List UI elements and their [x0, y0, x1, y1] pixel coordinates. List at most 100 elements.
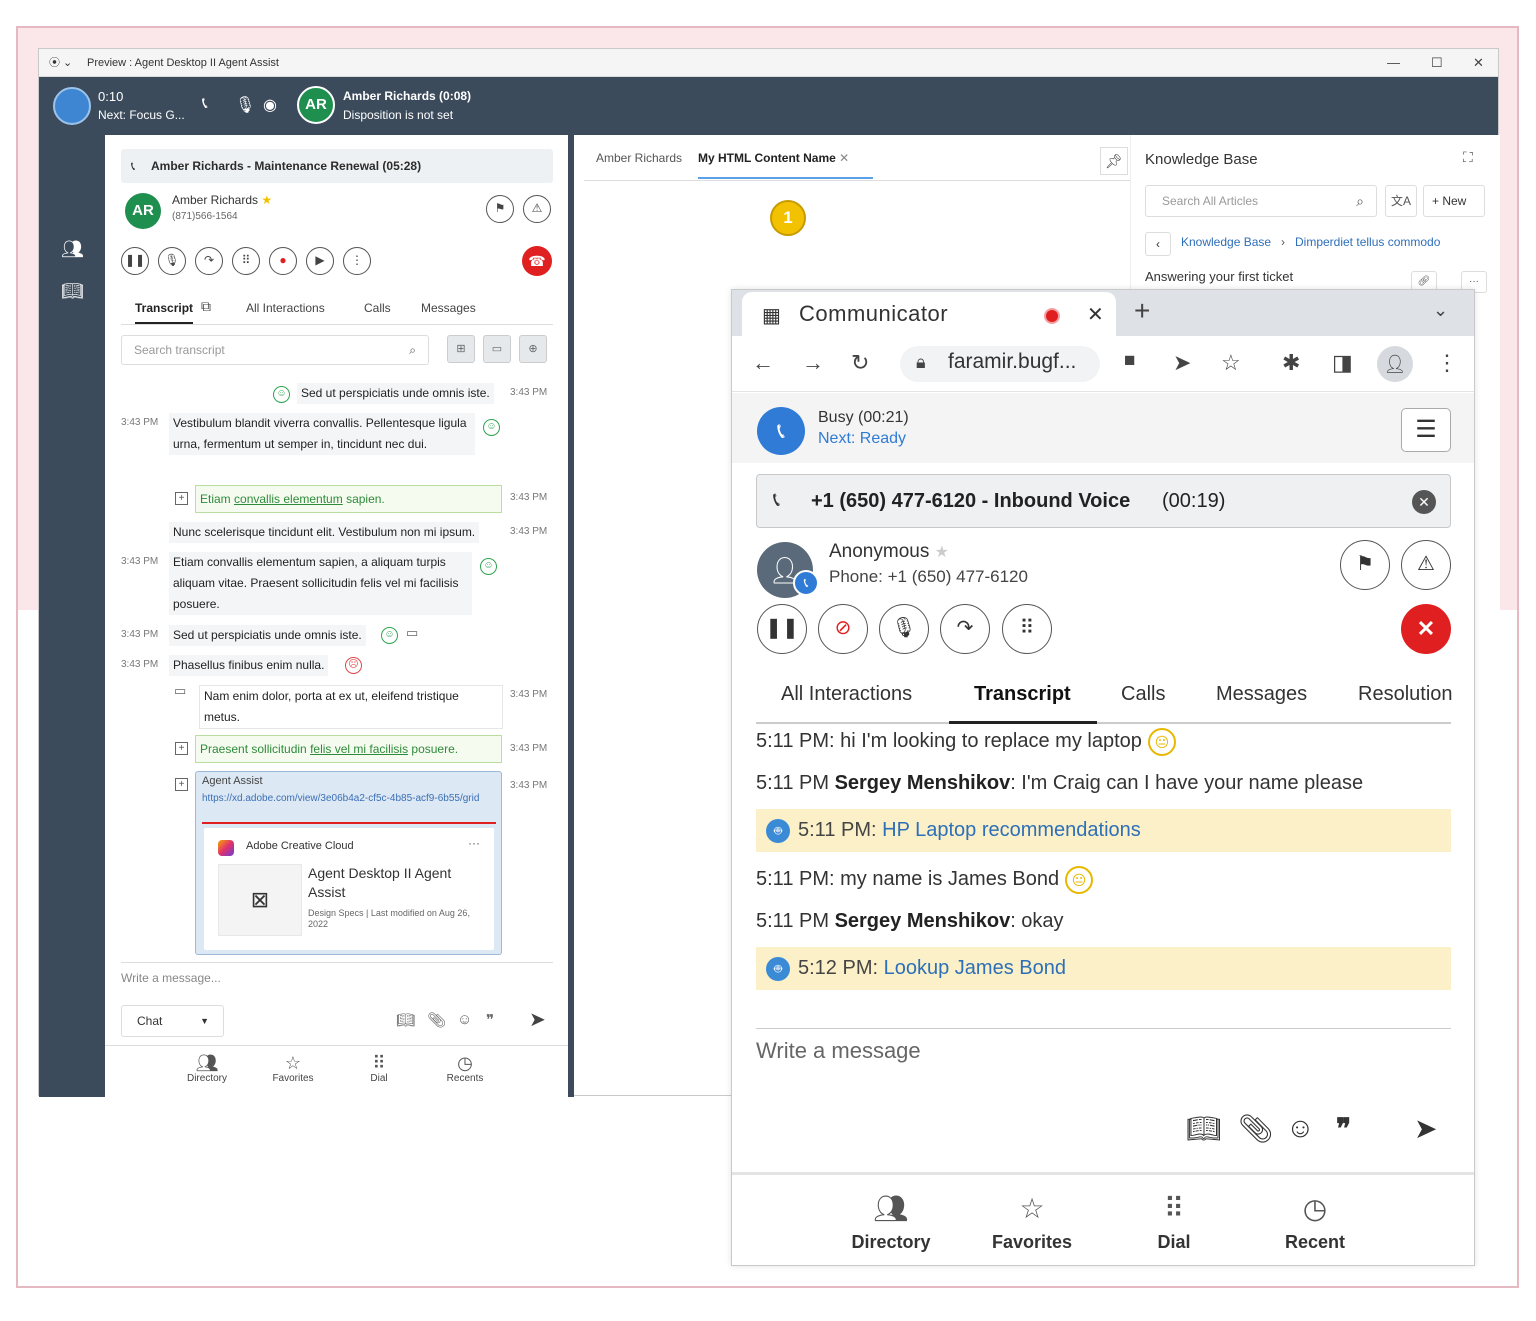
disposition-status[interactable]: Disposition is not set	[343, 108, 453, 122]
chevron-down-icon[interactable]: ⌄	[1433, 300, 1448, 321]
message-input[interactable]: Write a message	[756, 1038, 921, 1064]
comment-icon[interactable]: ▭	[406, 625, 418, 641]
notification-badge[interactable]: 1	[770, 200, 806, 236]
close-tab-icon[interactable]: ✕	[1087, 302, 1104, 327]
footer-recent[interactable]: ◷ Recent	[1255, 1192, 1375, 1253]
flag-button[interactable]: ⚑	[486, 195, 514, 223]
message-input[interactable]: Write a message...	[121, 971, 221, 985]
search-icon[interactable]: ⌕	[409, 336, 416, 364]
alert-button[interactable]: ⚠	[523, 195, 551, 223]
filter-icon[interactable]: ⊞	[447, 335, 475, 363]
footer-dial[interactable]: ⠿ Dial	[339, 1053, 419, 1084]
add-icon[interactable]: +	[175, 778, 188, 791]
tab-calls[interactable]: Calls	[1121, 683, 1165, 706]
comment-icon[interactable]: ▭	[483, 335, 511, 363]
tab-all-interactions[interactable]: All Interactions	[246, 301, 325, 315]
sidepanel-icon[interactable]: ◨	[1332, 350, 1353, 376]
phone-icon[interactable]: 📞︎	[202, 95, 208, 113]
keypad-button[interactable]: ⠿	[232, 247, 260, 275]
send-icon[interactable]: ➤	[529, 1007, 546, 1032]
suggestion-link[interactable]: HP Laptop recommendations	[882, 819, 1141, 841]
contact-avatar[interactable]: AR	[297, 86, 335, 124]
stop-recording-button[interactable]: ⊘	[818, 604, 868, 654]
add-note-icon[interactable]: ⊕	[519, 335, 547, 363]
hamburger-menu-icon[interactable]: ☰	[1401, 408, 1451, 452]
footer-favorites[interactable]: ☆ Favorites	[972, 1192, 1092, 1253]
tab-transcript[interactable]: Transcript	[974, 683, 1071, 706]
end-call-button[interactable]: ☎	[522, 246, 552, 276]
expand-icon[interactable]: ⛶	[1463, 149, 1473, 166]
quote-icon[interactable]: ❞	[486, 1011, 494, 1029]
keypad-button[interactable]: ⠿	[1002, 604, 1052, 654]
quote-icon[interactable]: ❞	[1336, 1112, 1351, 1145]
add-icon[interactable]: +	[175, 742, 188, 755]
attach-icon[interactable]: 📎︎	[427, 1011, 446, 1029]
book-icon[interactable]: 📖︎	[396, 1011, 415, 1029]
footer-favorites[interactable]: ☆ Favorites	[253, 1053, 333, 1084]
record-button[interactable]: ●	[269, 247, 297, 275]
hold-button[interactable]: ❚❚	[121, 247, 149, 275]
back-icon[interactable]: ‹	[1145, 232, 1171, 256]
camera-icon[interactable]: ■	[1124, 350, 1135, 372]
footer-dial[interactable]: ⠿ Dial	[1114, 1192, 1234, 1253]
agent-avatar[interactable]	[53, 87, 91, 125]
send-icon[interactable]: ➤	[1414, 1112, 1437, 1145]
more-button[interactable]: ⋮	[343, 247, 371, 275]
star-icon[interactable]: ★	[935, 544, 949, 561]
crumb-item[interactable]: Dimperdiet tellus commodo	[1295, 235, 1440, 249]
footer-recents[interactable]: ◷ Recents	[425, 1053, 505, 1084]
people-icon[interactable]: 👥︎	[61, 239, 84, 260]
close-icon[interactable]: ✕	[839, 151, 849, 165]
more-icon[interactable]: ···	[468, 836, 480, 850]
footer-directory[interactable]: 👥︎ Directory	[831, 1192, 951, 1253]
share-icon[interactable]: ➤	[1173, 350, 1191, 376]
menu-dots-icon[interactable]: ⋮	[1436, 350, 1458, 376]
end-call-button[interactable]: ✕	[1401, 604, 1451, 654]
next-state[interactable]: Next: Ready	[818, 430, 906, 448]
reload-icon[interactable]: ↻	[851, 350, 869, 376]
play-button[interactable]: ▶	[306, 247, 334, 275]
channel-select[interactable]: Chat ▼	[121, 1005, 224, 1037]
popout-icon[interactable]: ⧉	[201, 298, 211, 315]
suggestion-link[interactable]: Lookup James Bond	[884, 957, 1066, 979]
emoji-icon[interactable]: ☺	[457, 1011, 472, 1028]
bookmark-star-icon[interactable]: ☆	[1221, 350, 1241, 376]
hold-button[interactable]: ❚❚	[757, 604, 807, 654]
search-icon[interactable]: ⌕	[1356, 186, 1364, 216]
message-link[interactable]: felis vel mi facilisis	[310, 742, 408, 756]
star-icon[interactable]: ★	[261, 193, 272, 207]
emoji-icon[interactable]: ☺	[1286, 1112, 1315, 1144]
translate-icon[interactable]: 文A	[1385, 185, 1417, 217]
kb-search-input[interactable]: Search All Articles ⌕	[1145, 185, 1377, 217]
tab-messages[interactable]: Messages	[421, 301, 476, 315]
minimize-icon[interactable]: —	[1387, 49, 1400, 77]
lock-icon[interactable]: 🔒︎	[916, 352, 926, 373]
phone-icon[interactable]: 📞︎	[757, 407, 805, 455]
message-link[interactable]: convallis elementum	[234, 492, 343, 506]
mute-button[interactable]: 🎙︎	[879, 604, 929, 654]
agent-assist-link[interactable]: https://xd.adobe.com/view/3e06b4a2-cf5c-…	[202, 791, 492, 807]
tab-resolution[interactable]: Resolution	[1358, 683, 1453, 706]
extensions-icon[interactable]: ✱	[1282, 350, 1300, 376]
profile-icon[interactable]: 👤︎	[1377, 346, 1413, 382]
tab-amber-richards[interactable]: Amber Richards	[596, 151, 682, 165]
transfer-button[interactable]: ↷	[195, 247, 223, 275]
mic-icon[interactable]: 🎙︎	[235, 95, 255, 115]
url-text[interactable]: faramir.bugf...	[948, 350, 1076, 374]
window-record-icon[interactable]: ⦿ ⌄	[49, 49, 72, 77]
article-title[interactable]: Answering your first ticket	[1145, 269, 1293, 284]
transcript-search[interactable]: Search transcript ⌕	[121, 335, 429, 365]
new-tab-icon[interactable]: +	[1134, 295, 1150, 327]
mute-button[interactable]: 🎙︎	[158, 247, 186, 275]
footer-directory[interactable]: 👥︎ Directory	[167, 1053, 247, 1084]
record-icon[interactable]: ◉	[263, 95, 277, 115]
close-call-icon[interactable]: ✕	[1412, 490, 1436, 514]
crumb-root[interactable]: Knowledge Base	[1181, 235, 1271, 249]
pin-icon[interactable]: 📌︎	[1100, 147, 1128, 175]
maximize-icon[interactable]: ☐	[1431, 49, 1443, 77]
alert-button[interactable]: ⚠	[1401, 540, 1451, 590]
transfer-button[interactable]: ↷	[940, 604, 990, 654]
attach-icon[interactable]: 📎︎	[1238, 1112, 1274, 1145]
book-icon[interactable]: 📖︎	[61, 281, 84, 302]
forward-icon[interactable]: →	[802, 350, 824, 376]
